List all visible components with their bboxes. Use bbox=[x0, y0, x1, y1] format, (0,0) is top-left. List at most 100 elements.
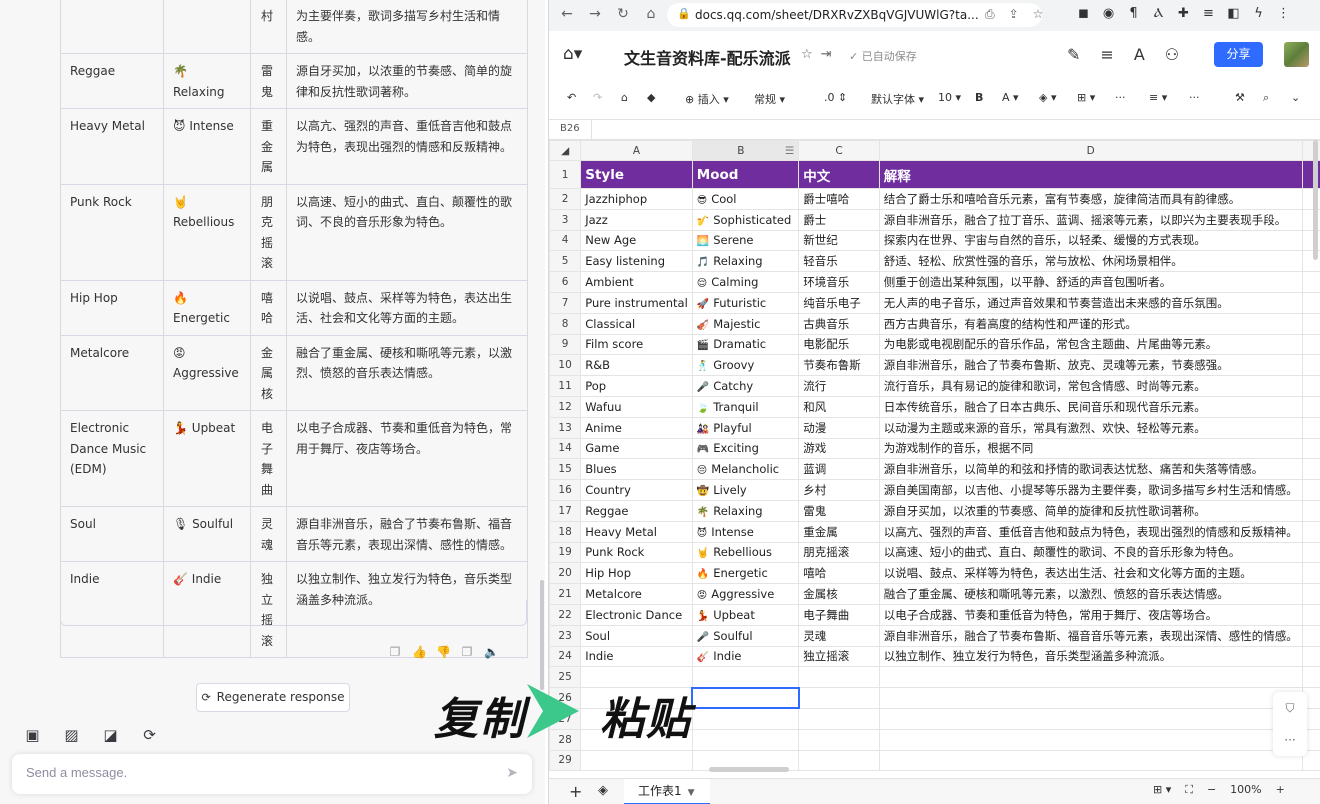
description-cell[interactable]: 以高亢、强烈的声音、重低音吉他和鼓点为特色，表现出强烈的情感和反叛精神。 bbox=[878, 520, 1303, 543]
add-sheet-icon[interactable]: + bbox=[569, 782, 582, 801]
chinese-name-cell[interactable]: 重金属 bbox=[798, 520, 880, 543]
header-cell[interactable]: Style bbox=[580, 160, 693, 189]
header-cell[interactable]: 中文 bbox=[798, 160, 880, 189]
extension-4-icon[interactable]: Ⲁ bbox=[1152, 6, 1165, 21]
row-number[interactable]: 22 bbox=[549, 603, 582, 626]
chinese-name-cell[interactable]: 古典音乐 bbox=[798, 312, 880, 335]
mood-cell[interactable]: 😈 Intense bbox=[691, 520, 800, 543]
description-cell[interactable]: 以独立制作、独立发行为特色，音乐类型涵盖多种流派。 bbox=[878, 645, 1303, 668]
extension-3-icon[interactable]: ¶ bbox=[1127, 6, 1140, 21]
description-cell[interactable]: 舒适、轻松、欣赏性强的音乐，常与放松、休闲场景相伴。 bbox=[878, 250, 1303, 273]
view-mode-icon[interactable]: ⊞ ▾ bbox=[1153, 783, 1171, 797]
chinese-name-cell[interactable]: 蓝调 bbox=[798, 458, 880, 481]
empty-cell[interactable] bbox=[580, 749, 693, 772]
row-number[interactable]: 19 bbox=[549, 541, 582, 564]
share-page-icon[interactable]: ⇪ bbox=[1009, 7, 1019, 22]
move-icon[interactable]: ⇥ bbox=[821, 47, 832, 62]
chinese-name-cell[interactable]: 纯音乐电子 bbox=[798, 291, 880, 314]
chinese-name-cell[interactable]: 和风 bbox=[798, 395, 880, 418]
mood-cell[interactable]: 🤘 Rebellious bbox=[691, 541, 800, 564]
message-input[interactable] bbox=[26, 765, 496, 780]
font-color-icon[interactable]: A ▾ bbox=[1002, 91, 1019, 104]
mood-cell[interactable]: 🎬 Dramatic bbox=[691, 333, 800, 356]
chinese-name-cell[interactable]: 游戏 bbox=[798, 437, 880, 460]
filter-icon[interactable]: ☰ bbox=[785, 145, 794, 157]
extension-1-icon[interactable]: ◼ bbox=[1077, 6, 1090, 21]
row-number[interactable]: 2 bbox=[549, 188, 582, 210]
style-cell[interactable]: Jazzhiphop bbox=[580, 188, 693, 210]
profile-icon[interactable]: ϟ bbox=[1252, 6, 1265, 21]
empty-cell[interactable] bbox=[878, 707, 1303, 730]
row-number[interactable]: 15 bbox=[549, 458, 582, 481]
style-cell[interactable]: Wafuu bbox=[580, 395, 693, 418]
style-cell[interactable]: Easy listening bbox=[580, 250, 693, 273]
mood-cell[interactable]: 🔥 Energetic bbox=[691, 562, 800, 585]
empty-cell[interactable] bbox=[1301, 271, 1320, 293]
more-options-icon[interactable]: ··· bbox=[1189, 91, 1200, 104]
chinese-name-cell[interactable]: 电子舞曲 bbox=[798, 603, 880, 626]
thumbs-up-icon[interactable]: 👍 bbox=[412, 645, 427, 659]
paint-icon[interactable]: ⚒ bbox=[1235, 91, 1245, 104]
chinese-name-cell[interactable]: 新世纪 bbox=[798, 229, 880, 252]
format-painter-icon[interactable]: ⌂ bbox=[621, 91, 628, 104]
number-format-select[interactable]: 常规 ▾ bbox=[754, 91, 785, 107]
column-header-a[interactable]: A bbox=[580, 140, 693, 161]
column-header-b[interactable]: B ☰ bbox=[691, 140, 800, 161]
row-number[interactable]: 11 bbox=[549, 375, 582, 397]
mood-cell[interactable]: 😌 Calming bbox=[691, 271, 800, 293]
description-cell[interactable]: 为游戏制作的音乐，根据不同 bbox=[878, 437, 1303, 460]
column-header-c[interactable]: C bbox=[798, 140, 880, 161]
empty-cell[interactable] bbox=[1301, 333, 1320, 356]
empty-cell[interactable] bbox=[1301, 666, 1320, 689]
sync-icon[interactable]: ⟳ bbox=[141, 727, 158, 744]
selected-cell[interactable] bbox=[691, 686, 800, 710]
row-number[interactable]: 6 bbox=[549, 271, 582, 293]
shirt-icon[interactable]: ⛉ bbox=[1273, 692, 1307, 724]
row-number[interactable]: 1 bbox=[549, 160, 582, 189]
style-cell[interactable]: R&B bbox=[580, 354, 693, 377]
empty-cell[interactable] bbox=[1301, 416, 1320, 439]
style-cell[interactable]: Jazz bbox=[580, 208, 693, 231]
row-number[interactable]: 18 bbox=[549, 520, 582, 543]
mood-cell[interactable]: 🍃 Tranquil bbox=[691, 395, 800, 418]
row-number[interactable]: 3 bbox=[549, 208, 582, 231]
style-cell[interactable]: Heavy Metal bbox=[580, 520, 693, 543]
chinese-name-cell[interactable]: 金属核 bbox=[798, 583, 880, 605]
empty-cell[interactable] bbox=[1301, 312, 1320, 335]
style-cell[interactable]: Punk Rock bbox=[580, 541, 693, 564]
sheet-tab[interactable]: 工作表1 ▼ bbox=[624, 779, 710, 804]
sheet-horizontal-scrollbar[interactable] bbox=[709, 767, 789, 772]
row-number[interactable]: 9 bbox=[549, 333, 582, 356]
description-cell[interactable]: 源自美国南部，以吉他、小提琴等乐器为主要伴奏，歌词多描写乡村生活和情感。 bbox=[878, 479, 1303, 501]
style-cell[interactable]: New Age bbox=[580, 229, 693, 252]
empty-cell[interactable] bbox=[1301, 479, 1320, 501]
style-cell[interactable]: Blues bbox=[580, 458, 693, 481]
style-cell[interactable]: Soul bbox=[580, 624, 693, 647]
star-icon[interactable]: ☆ bbox=[801, 47, 813, 62]
font-family-select[interactable]: 默认字体 ▾ bbox=[871, 91, 924, 107]
style-cell[interactable]: Hip Hop bbox=[580, 562, 693, 585]
header-cell[interactable]: 解释 bbox=[878, 160, 1303, 189]
chinese-name-cell[interactable]: 嘻哈 bbox=[798, 562, 880, 585]
description-cell[interactable]: 以高速、短小的曲式、直白、颠覆性的歌词、不良的音乐形象为特色。 bbox=[878, 541, 1303, 564]
row-number[interactable]: 24 bbox=[549, 645, 582, 668]
thumbs-down-icon[interactable]: 👎 bbox=[436, 645, 451, 659]
add-note-icon[interactable]: ✎ bbox=[1067, 45, 1080, 64]
description-cell[interactable]: 源自非洲音乐，融合了拉丁音乐、蓝调、摇滚等元素，以即兴为主要表现手段。 bbox=[878, 208, 1303, 231]
empty-cell[interactable] bbox=[798, 687, 880, 709]
undo-icon[interactable]: ↶ bbox=[567, 91, 576, 104]
align-icon[interactable]: ≡ ▾ bbox=[1149, 91, 1167, 104]
description-cell[interactable]: 以说唱、鼓点、采样等为特色，表达出生活、社会和文化等方面的主题。 bbox=[878, 562, 1303, 585]
mood-cell[interactable]: 🎤 Catchy bbox=[691, 375, 800, 397]
description-cell[interactable]: 侧重于创造出某种氛围，以平静、舒适的声音包围听者。 bbox=[878, 271, 1303, 293]
save-icon[interactable]: ⎙ bbox=[985, 7, 995, 22]
zoom-in-icon[interactable]: + bbox=[1276, 783, 1285, 797]
style-cell[interactable]: Indie bbox=[580, 645, 693, 668]
search-icon[interactable]: ⌕ bbox=[1263, 91, 1269, 105]
row-number[interactable]: 13 bbox=[549, 416, 582, 439]
empty-cell[interactable] bbox=[878, 666, 1303, 689]
description-cell[interactable]: 无人声的电子音乐，通过声音效果和节奏营造出未来感的音乐氛围。 bbox=[878, 291, 1303, 314]
empty-cell[interactable] bbox=[798, 728, 880, 751]
chinese-name-cell[interactable]: 环境音乐 bbox=[798, 271, 880, 293]
zoom-level[interactable]: 100% bbox=[1230, 783, 1261, 797]
